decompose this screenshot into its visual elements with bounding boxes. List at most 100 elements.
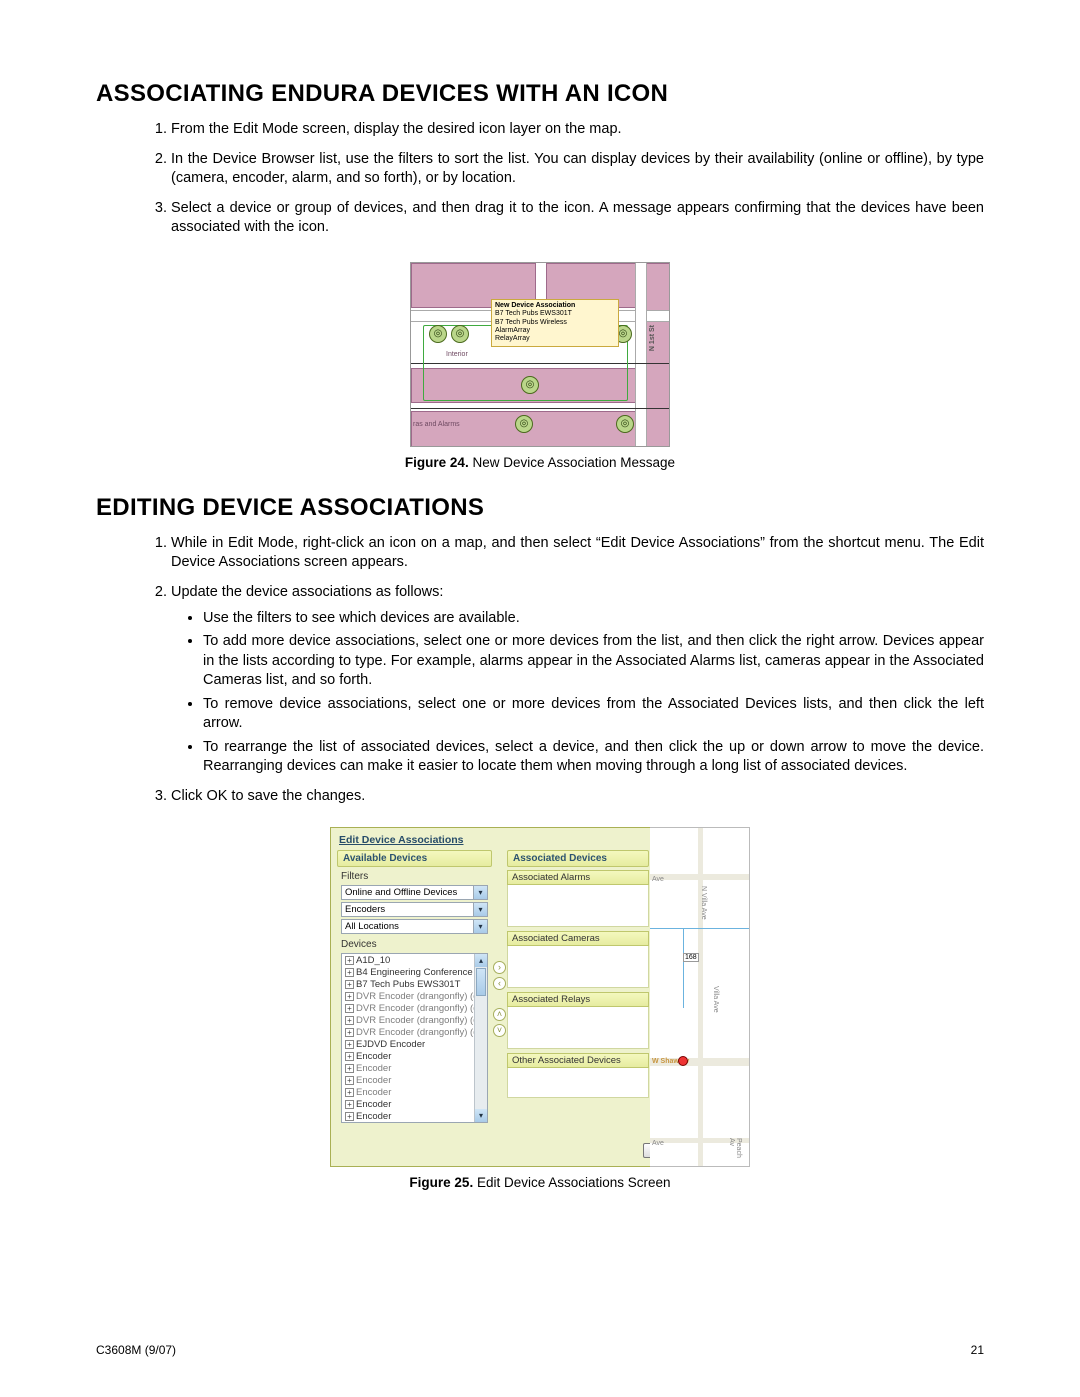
- figure-25-caption: Figure 25. Edit Device Associations Scre…: [96, 1175, 984, 1190]
- figure-25-caption-label: Figure 25.: [409, 1175, 473, 1190]
- section2-bullet-1: Use the filters to see which devices are…: [203, 609, 984, 629]
- map-camera-icon: ◎: [429, 325, 447, 343]
- section2-step-3: Click OK to save the changes.: [171, 787, 984, 807]
- dropdown-icon[interactable]: ▾: [473, 920, 487, 933]
- tooltip-line: RelayArray: [495, 335, 615, 343]
- move-left-button[interactable]: ‹: [493, 977, 506, 990]
- associated-alarms-list[interactable]: [507, 885, 649, 927]
- footer-pagenum: 21: [971, 1343, 984, 1357]
- expand-icon[interactable]: +: [345, 1040, 354, 1049]
- map-label-villa2: Villa Ave: [712, 986, 719, 1013]
- expand-icon[interactable]: +: [345, 980, 354, 989]
- map-label-ave2: Ave: [652, 1140, 664, 1147]
- devices-listbox[interactable]: +A1D_10+B4 Engineering Conference Room+B…: [341, 953, 488, 1123]
- scroll-up-icon[interactable]: ▴: [475, 954, 487, 967]
- expand-icon[interactable]: +: [345, 1076, 354, 1085]
- arrow-buttons: › ‹ ˄ ˅: [493, 958, 507, 1040]
- move-down-button[interactable]: ˅: [493, 1024, 506, 1037]
- dialog-title: Edit Device Associations: [339, 834, 464, 846]
- section2-bullets: Use the filters to see which devices are…: [171, 609, 984, 778]
- device-list-item[interactable]: +B7 Tech Pubs EWS301T: [343, 979, 486, 991]
- filters-label: Filters: [337, 870, 492, 883]
- section2-step-2: Update the device associations as follow…: [171, 583, 984, 777]
- associated-cameras-header: Associated Cameras: [507, 931, 649, 946]
- dropdown-icon[interactable]: ▾: [473, 903, 487, 916]
- expand-icon[interactable]: +: [345, 1028, 354, 1037]
- device-list-item[interactable]: +DVR Encoder (drangonfly) (drang: [343, 1027, 486, 1039]
- expand-icon[interactable]: +: [345, 1016, 354, 1025]
- expand-icon[interactable]: +: [345, 1004, 354, 1013]
- device-list-item[interactable]: +Encoder: [343, 1099, 486, 1111]
- map-label-interior: Interior: [446, 351, 468, 358]
- filter-location[interactable]: All Locations ▾: [341, 919, 488, 934]
- tooltip-line: AlarmArray: [495, 327, 615, 335]
- section1-steps: From the Edit Mode screen, display the d…: [96, 120, 984, 238]
- associated-alarms-header: Associated Alarms: [507, 870, 649, 885]
- associated-cameras-list[interactable]: [507, 946, 649, 988]
- expand-icon[interactable]: +: [345, 968, 354, 977]
- map-label-ave: Ave: [652, 876, 664, 883]
- device-list-item[interactable]: +Encoder: [343, 1063, 486, 1075]
- expand-icon[interactable]: +: [345, 1088, 354, 1097]
- move-up-button[interactable]: ˄: [493, 1008, 506, 1021]
- page-footer: C3608M (9/07) 21: [96, 1343, 984, 1357]
- map-camera-icon: ◎: [451, 325, 469, 343]
- expand-icon[interactable]: +: [345, 1052, 354, 1061]
- device-list-item[interactable]: +A1D_10: [343, 955, 486, 967]
- device-list-item[interactable]: +EJDVD Encoder: [343, 1039, 486, 1051]
- section1-step-2: In the Device Browser list, use the filt…: [171, 150, 984, 189]
- device-list-item[interactable]: +Encoder: [343, 1087, 486, 1099]
- section1-step-3: Select a device or group of devices, and…: [171, 199, 984, 238]
- map-camera-icon: ◎: [515, 415, 533, 433]
- associated-relays-list[interactable]: [507, 1007, 649, 1049]
- associated-relays-header: Associated Relays: [507, 992, 649, 1007]
- other-associated-list[interactable]: [507, 1068, 649, 1098]
- tooltip-line: B7 Tech Pubs EWS301T: [495, 310, 615, 318]
- device-list-item[interactable]: +Encoder: [343, 1051, 486, 1063]
- move-right-button[interactable]: ›: [493, 961, 506, 974]
- associated-devices-header: Associated Devices: [507, 850, 649, 867]
- other-associated-header: Other Associated Devices: [507, 1053, 649, 1068]
- filter-location-value: All Locations: [342, 920, 473, 933]
- map-label-villa: N Villa Ave: [700, 886, 707, 920]
- map-label-bottom: ras and Alarms: [413, 421, 460, 428]
- filter-availability-value: Online and Offline Devices: [342, 886, 473, 899]
- expand-icon[interactable]: +: [345, 1064, 354, 1073]
- filter-availability[interactable]: Online and Offline Devices ▾: [341, 885, 488, 900]
- dropdown-icon[interactable]: ▾: [473, 886, 487, 899]
- figure-24-caption-label: Figure 24.: [405, 455, 469, 470]
- section1-step-1: From the Edit Mode screen, display the d…: [171, 120, 984, 140]
- expand-icon[interactable]: +: [345, 1112, 354, 1121]
- figure-24-map: ◎ ◎ ◎ ◎ ◎ ◎ New Device Association B7 Te…: [410, 262, 670, 447]
- footer-docid: C3608M (9/07): [96, 1343, 176, 1357]
- map-camera-icon: ◎: [521, 376, 539, 394]
- section2-steps: While in Edit Mode, right-click an icon …: [96, 534, 984, 807]
- tooltip-line: B7 Tech Pubs Wireless: [495, 319, 615, 327]
- figure-25-background-map: Ave N Villa Ave Villa Ave 168 W Shaw Av …: [650, 827, 750, 1167]
- device-list-item[interactable]: +DVR Encoder (drangonfly) (drang: [343, 1003, 486, 1015]
- device-list-item[interactable]: +B4 Engineering Conference Room: [343, 967, 486, 979]
- available-devices-header: Available Devices: [337, 850, 492, 867]
- figure-24-caption: Figure 24. New Device Association Messag…: [96, 455, 984, 470]
- map-label-peach: Peach Av: [728, 1138, 742, 1166]
- section2-step-2-text: Update the device associations as follow…: [171, 584, 443, 600]
- figure-24-caption-text: New Device Association Message: [472, 455, 675, 470]
- expand-icon[interactable]: +: [345, 956, 354, 965]
- devices-label: Devices: [337, 938, 492, 951]
- expand-icon[interactable]: +: [345, 992, 354, 1001]
- map-label-street: N 1st St: [649, 325, 656, 351]
- scroll-down-icon[interactable]: ▾: [475, 1109, 487, 1122]
- device-list-item[interactable]: +Encoder: [343, 1075, 486, 1087]
- device-list-item[interactable]: +DVR Encoder (drangonfly) (drang: [343, 991, 486, 1003]
- filter-type[interactable]: Encoders ▾: [341, 902, 488, 917]
- section2-bullet-2: To add more device associations, select …: [203, 632, 984, 691]
- map-camera-icon: ◎: [616, 415, 634, 433]
- map-badge-168: 168: [683, 953, 699, 962]
- scrollbar[interactable]: ▴ ▾: [474, 954, 487, 1122]
- device-list-item[interactable]: +Encoder: [343, 1111, 486, 1123]
- expand-icon[interactable]: +: [345, 1100, 354, 1109]
- scroll-thumb[interactable]: [476, 968, 486, 996]
- map-pin-icon: [678, 1056, 688, 1066]
- device-list-item[interactable]: +DVR Encoder (drangonfly) (drang: [343, 1015, 486, 1027]
- section-heading-editing: EDITING DEVICE ASSOCIATIONS: [96, 494, 984, 522]
